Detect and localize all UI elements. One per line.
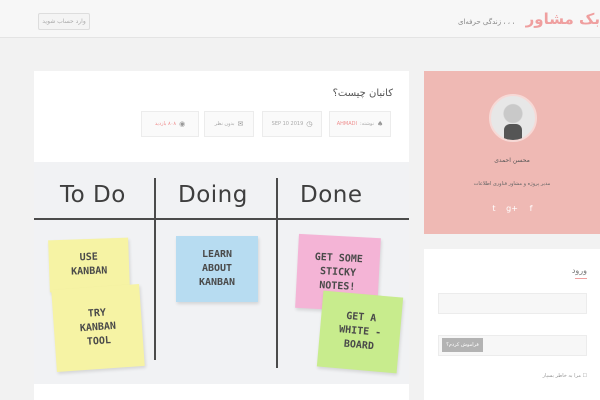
author-name[interactable]: AHMADI [337, 121, 357, 127]
column-todo: To Do [60, 182, 126, 208]
avatar[interactable] [489, 94, 537, 142]
google-plus-icon[interactable]: g+ [506, 204, 518, 213]
title-underline [575, 278, 587, 279]
avatar-figure [504, 124, 522, 140]
forgot-password-button[interactable]: فراموش کردم؟ [442, 338, 483, 352]
sticky-note-use-kanban: USE KANBAN [48, 237, 130, 293]
board-divider-2 [276, 178, 278, 368]
post-title[interactable]: کانبان چیست؟ [333, 88, 393, 99]
sticky-note-try-kanban-tool: TRY KANBAN TOOL [51, 284, 145, 372]
twitter-icon[interactable]: t [488, 204, 500, 213]
author-label: نوشته: [359, 121, 375, 127]
header-login-button[interactable]: وارد حساب شوید [38, 13, 90, 30]
user-icon: ♠ [377, 120, 384, 128]
board-divider-1 [154, 178, 156, 360]
username-field[interactable] [438, 293, 587, 314]
post-author[interactable]: ♠ نوشته: AHMADI [329, 111, 391, 137]
site-tagline: ، ، ، زندگی حرفه‌ای [457, 18, 515, 26]
site-title[interactable]: بک مشاور [526, 10, 600, 28]
post-comments[interactable]: ✉ بدون نظر [204, 111, 254, 137]
comment-icon: ✉ [237, 120, 244, 128]
profile-description: مدیر پروژه و مشاور فناوری اطلاعات [473, 181, 551, 187]
post-date-text: SEP 10 2019 [271, 121, 304, 127]
login-widget: ورود فراموش کردم؟ ☐ مرا به خاطر بسپار [424, 249, 600, 400]
board-header-line [34, 218, 409, 220]
remember-me-label: مرا به خاطر بسپار [542, 373, 581, 379]
author-profile-widget: محسن احمدی مدیر پروژه و مشاور فناوری اطل… [424, 71, 600, 234]
post-views: ◉ ۸۰۸ بازدید [141, 111, 199, 137]
profile-name: محسن احمدی [494, 157, 530, 164]
clock-icon: ◷ [306, 120, 313, 128]
checkbox-icon[interactable]: ☐ [583, 373, 587, 379]
views-text: ۸۰۸ بازدید [154, 121, 177, 127]
sticky-note-learn-about-kanban: LEARN ABOUT KANBAN [176, 236, 258, 302]
post-date: ◷ SEP 10 2019 [262, 111, 322, 137]
column-doing: Doing [178, 182, 248, 208]
sticky-note-get-whiteboard: GET A WHITE - BOARD [316, 290, 404, 374]
login-widget-title: ورود [571, 266, 587, 275]
facebook-icon[interactable]: f [525, 204, 537, 213]
site-brand[interactable]: بک مشاور ، ، ، زندگی حرفه‌ای [458, 9, 600, 28]
post-card: کانبان چیست؟ ♠ نوشته: AHMADI ◷ SEP 10 20… [34, 71, 409, 400]
column-done: Done [300, 182, 363, 208]
eye-icon: ◉ [179, 120, 186, 128]
site-header: بک مشاور ، ، ، زندگی حرفه‌ای وارد حساب ش… [0, 0, 600, 38]
remember-me-checkbox[interactable]: ☐ مرا به خاطر بسپار [543, 373, 587, 379]
comments-text[interactable]: بدون نظر [215, 121, 235, 127]
post-featured-image[interactable]: To Do Doing Done USE KANBAN TRY KANBAN T… [34, 162, 409, 384]
